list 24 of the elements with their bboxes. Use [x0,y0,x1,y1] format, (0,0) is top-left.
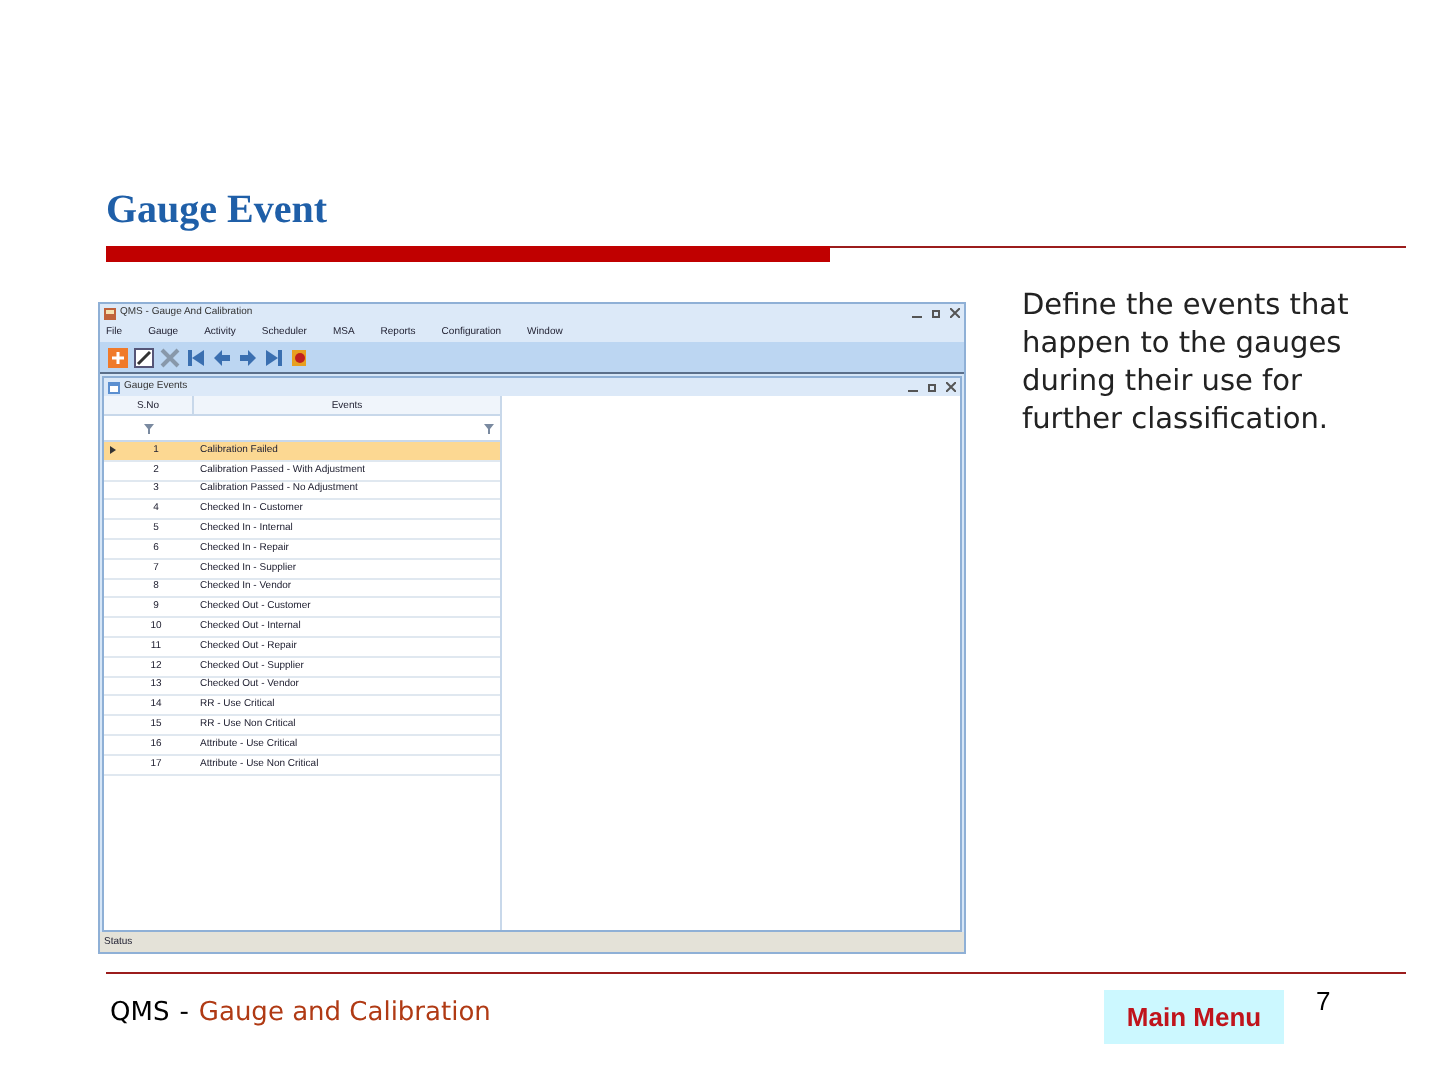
minimize-button[interactable] [908,389,918,391]
window-icon [108,381,120,393]
close-icon[interactable] [946,382,956,392]
main-menu-button[interactable]: Main Menu [1104,990,1284,1044]
description-text: Define the events that happen to the gauges during their use for further classification. [1022,288,1351,440]
maximize-button[interactable] [932,309,940,317]
filter-icon[interactable] [484,423,494,433]
close-icon[interactable] [950,308,960,318]
footer-title: Gauge and Calibration [198,996,491,1032]
footer-prefix: QMS [110,996,170,1032]
minimize-button[interactable] [912,315,922,317]
footer-separator: - [179,996,189,1032]
row-pointer-icon [109,446,115,455]
first-record-icon[interactable] [186,347,206,367]
previous-record-icon[interactable] [212,347,232,367]
filter-icon[interactable] [143,423,153,433]
edit-icon[interactable] [134,347,154,367]
slide-title: Gauge Event [106,186,328,236]
exit-icon[interactable] [290,347,310,367]
maximize-button[interactable] [928,383,936,391]
app-icon [104,307,116,319]
next-record-icon[interactable] [238,347,258,367]
last-record-icon[interactable] [264,347,284,367]
page-number: 7 [1316,984,1331,1020]
